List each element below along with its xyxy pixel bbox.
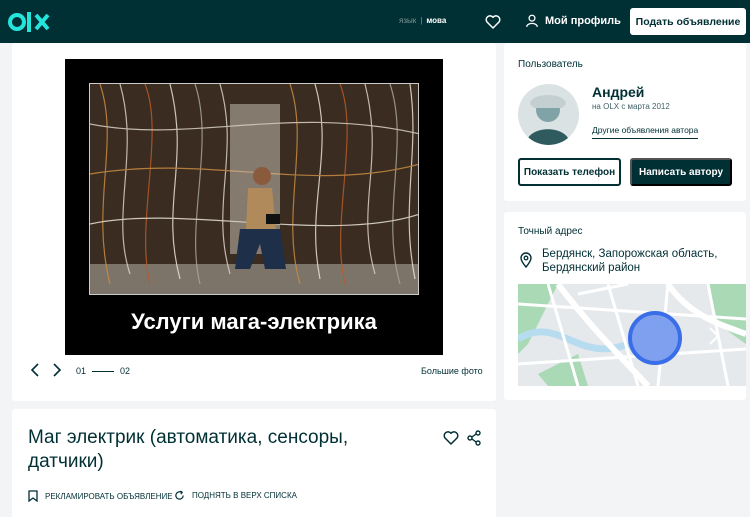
big-photo-link[interactable]: Большие фото (421, 366, 483, 376)
favorite-heart-icon[interactable] (443, 430, 459, 446)
olx-logo[interactable] (8, 9, 52, 35)
pager-divider (92, 370, 115, 372)
pager-total: 02 (120, 366, 131, 376)
post-ad-button[interactable]: Подать объявление (630, 8, 746, 35)
share-icon[interactable] (467, 430, 481, 446)
pager-current: 01 (76, 366, 87, 376)
listing-title: Маг электрик (автоматика, сенсоры, датчи… (28, 427, 349, 472)
prev-photo-chevron-left-icon[interactable] (28, 362, 42, 378)
favorites-heart-icon[interactable] (485, 14, 501, 30)
user-name: Андрей (592, 84, 645, 100)
location-pin-icon (520, 252, 532, 269)
listing-photo[interactable]: Услуги мага-электрика (65, 59, 443, 355)
advertise-label: Рекламировать объявление (45, 491, 173, 501)
my-profile-link[interactable]: Мой профиль (525, 13, 621, 28)
bump-label: Поднять в верх списка (192, 491, 297, 500)
address-location: Бердянск, Запорожская область, Бердянски… (542, 248, 718, 274)
photo-pager: 01 02 (76, 366, 130, 376)
top-bar: язык | мова Мой профиль Подать объявлени… (0, 0, 750, 43)
address-section-label: Точный адрес (518, 226, 583, 237)
user-card: Пользователь Андрей на OLX с марта 2012 … (504, 43, 746, 201)
advertise-link[interactable]: Рекламировать объявление (28, 490, 173, 502)
language-switch: язык | мова (399, 16, 446, 25)
photo-caption: Услуги мага-электрика (131, 309, 377, 334)
lang-ru-link[interactable]: язык (399, 16, 416, 25)
listing-title-card: Маг электрик (автоматика, сенсоры, датчи… (12, 409, 496, 517)
show-phone-button[interactable]: Показать телефон (518, 158, 621, 186)
refresh-icon (175, 490, 184, 500)
user-section-label: Пользователь (518, 59, 583, 70)
member-since: на OLX с марта 2012 (592, 102, 670, 111)
my-profile-label: Мой профиль (545, 14, 621, 27)
address-card: Точный адрес Бердянск, Запорожская облас… (504, 212, 746, 400)
next-photo-chevron-right-icon[interactable] (50, 362, 64, 378)
lang-separator: | (420, 16, 423, 25)
write-author-button[interactable]: Написать автору (630, 158, 732, 186)
lang-ua-link[interactable]: мова (426, 16, 446, 25)
photo-image (89, 83, 419, 295)
bump-link[interactable]: Поднять в верх списка (174, 490, 297, 501)
user-icon (526, 14, 538, 28)
photo-gallery: Услуги мага-электрика 01 02 Большие фото (12, 43, 496, 401)
location-map[interactable] (518, 284, 746, 386)
bookmark-icon (28, 490, 38, 502)
other-ads-link[interactable]: Другие объявления автора (592, 125, 699, 139)
avatar (518, 84, 579, 145)
